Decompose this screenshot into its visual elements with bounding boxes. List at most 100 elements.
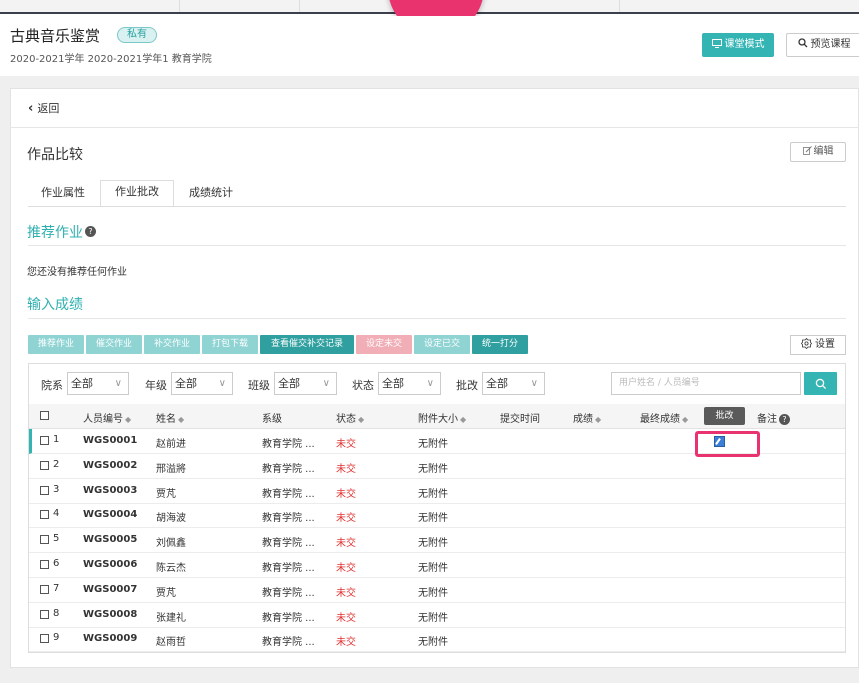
row-status: 未交 xyxy=(336,588,356,599)
row-checkbox[interactable] xyxy=(40,461,49,473)
tab-label: 作业批改 xyxy=(115,185,159,198)
score-input-section-title: 输入成绩 xyxy=(27,297,83,313)
filter-select-graded[interactable]: 全部 ∨ xyxy=(482,372,545,395)
view-records-button[interactable]: 查看催交补交记录 xyxy=(260,335,354,354)
filter-select-grade[interactable]: 全部 ∨ xyxy=(171,372,233,395)
row-checkbox[interactable] xyxy=(40,610,49,622)
help-icon[interactable]: ? xyxy=(779,414,790,425)
row-attachment: 无附件 xyxy=(418,464,448,475)
urge-submit-button[interactable]: 催交作业 xyxy=(86,335,142,354)
sort-icon: ◆ xyxy=(595,415,602,424)
tab-label: 作业属性 xyxy=(41,186,85,199)
preview-course-button[interactable]: 预览课程 xyxy=(786,33,859,57)
grade-edit-icon[interactable] xyxy=(714,436,725,447)
checkbox-box xyxy=(40,436,49,445)
row-status: 未交 xyxy=(336,613,356,624)
col-header-id[interactable]: 人员编号 ◆ xyxy=(83,410,131,425)
row-checkbox[interactable] xyxy=(40,510,49,522)
pack-download-button[interactable]: 打包下载 xyxy=(202,335,258,354)
search-input[interactable]: 用户姓名 / 人员编号 xyxy=(611,372,801,395)
col-header-status[interactable]: 状态 ◆ xyxy=(336,410,364,425)
row-name: 胡海波 xyxy=(156,513,186,524)
settings-button[interactable]: 设置 xyxy=(790,335,846,355)
private-badge: 私有 xyxy=(117,27,157,43)
row-name: 赵雨哲 xyxy=(156,637,186,648)
col-header-final-score[interactable]: 最终成绩 ◆ xyxy=(640,410,688,425)
row-checkbox[interactable] xyxy=(40,436,49,448)
row-checkbox[interactable] xyxy=(40,560,49,572)
filter-select-status[interactable]: 全部 ∨ xyxy=(378,372,441,395)
highlight-box xyxy=(695,431,760,457)
course-header: 古典音乐鉴赏 私有 2020-2021学年 2020-2021学年1 教育学院 … xyxy=(0,16,859,76)
row-dept: 教育学院 ... xyxy=(262,563,315,574)
row-checkbox[interactable] xyxy=(40,634,49,646)
row-number: 9 xyxy=(53,632,60,643)
row-member-id: WGS0001 xyxy=(83,435,138,446)
row-number: 5 xyxy=(53,533,60,544)
row-member-id: WGS0006 xyxy=(83,559,138,570)
select-all-checkbox[interactable] xyxy=(40,411,49,423)
back-link[interactable]: ‹ 返回 xyxy=(28,100,59,116)
set-submitted-button[interactable]: 设定已交 xyxy=(414,335,470,354)
row-dept: 教育学院 ... xyxy=(262,613,315,624)
preview-course-label: 预览课程 xyxy=(810,39,851,50)
monitor-icon xyxy=(711,39,722,48)
chevron-down-icon: ∨ xyxy=(530,378,538,389)
top-tab[interactable] xyxy=(500,0,620,12)
row-attachment: 无附件 xyxy=(418,513,448,524)
row-member-id: WGS0009 xyxy=(83,633,138,644)
col-header-score[interactable]: 成绩 ◆ xyxy=(573,410,601,425)
col-label: 姓名 xyxy=(156,414,176,425)
filter-select-dept[interactable]: 全部 ∨ xyxy=(67,372,129,395)
search-button[interactable] xyxy=(804,372,837,395)
top-tab[interactable] xyxy=(90,0,180,12)
sort-icon: ◆ xyxy=(682,415,689,424)
tab-label: 成绩统计 xyxy=(189,186,233,199)
late-submit-button[interactable]: 补交作业 xyxy=(144,335,200,354)
filter-label-graded: 批改 xyxy=(456,379,478,392)
row-status: 未交 xyxy=(336,538,356,549)
recommend-homework-button[interactable]: 推荐作业 xyxy=(28,335,84,354)
filter-value: 全部 xyxy=(175,377,197,390)
bottom-strip xyxy=(0,671,859,683)
gear-icon xyxy=(800,337,813,350)
row-checkbox[interactable] xyxy=(40,486,49,498)
row-name: 贾芃 xyxy=(156,489,176,500)
row-dept: 教育学院 ... xyxy=(262,439,315,450)
classroom-mode-button[interactable]: 课堂模式 xyxy=(702,33,774,57)
top-tab[interactable] xyxy=(180,0,300,12)
sort-icon: ◆ xyxy=(125,415,132,424)
tab-homework-attributes[interactable]: 作业属性 xyxy=(32,182,94,206)
filter-label-grade: 年级 xyxy=(145,379,167,392)
row-status: 未交 xyxy=(336,563,356,574)
col-header-name[interactable]: 姓名 ◆ xyxy=(156,410,184,425)
unified-score-button[interactable]: 统一打分 xyxy=(472,335,528,354)
row-member-id: WGS0002 xyxy=(83,460,138,471)
row-status: 未交 xyxy=(336,464,356,475)
set-not-submitted-button[interactable]: 设定未交 xyxy=(356,335,412,354)
row-dept: 教育学院 ... xyxy=(262,538,315,549)
row-status: 未交 xyxy=(336,439,356,450)
filter-label-status: 状态 xyxy=(352,379,374,392)
sort-icon: ◆ xyxy=(178,415,185,424)
row-name: 贾芃 xyxy=(156,588,176,599)
filter-value: 全部 xyxy=(382,377,404,390)
help-icon[interactable]: ? xyxy=(85,226,96,237)
edit-button[interactable]: 编辑 xyxy=(790,142,846,162)
row-name: 张建礼 xyxy=(156,613,186,624)
row-dept: 教育学院 ... xyxy=(262,637,315,648)
tab-grade-statistics[interactable]: 成绩统计 xyxy=(180,182,242,206)
col-header-attachment[interactable]: 附件大小 ◆ xyxy=(418,410,466,425)
recommend-title-text: 推荐作业 xyxy=(27,225,83,241)
row-checkbox[interactable] xyxy=(40,535,49,547)
row-status: 未交 xyxy=(336,637,356,648)
classroom-mode-label: 课堂模式 xyxy=(724,39,765,50)
row-attachment: 无附件 xyxy=(418,588,448,599)
col-label: 最终成绩 xyxy=(640,414,680,425)
row-checkbox[interactable] xyxy=(40,585,49,597)
course-title: 古典音乐鉴赏 xyxy=(10,27,101,45)
checkbox-box xyxy=(40,585,49,594)
row-number: 2 xyxy=(53,459,60,470)
filter-select-class[interactable]: 全部 ∨ xyxy=(274,372,337,395)
tab-homework-grading[interactable]: 作业批改 xyxy=(100,180,174,207)
